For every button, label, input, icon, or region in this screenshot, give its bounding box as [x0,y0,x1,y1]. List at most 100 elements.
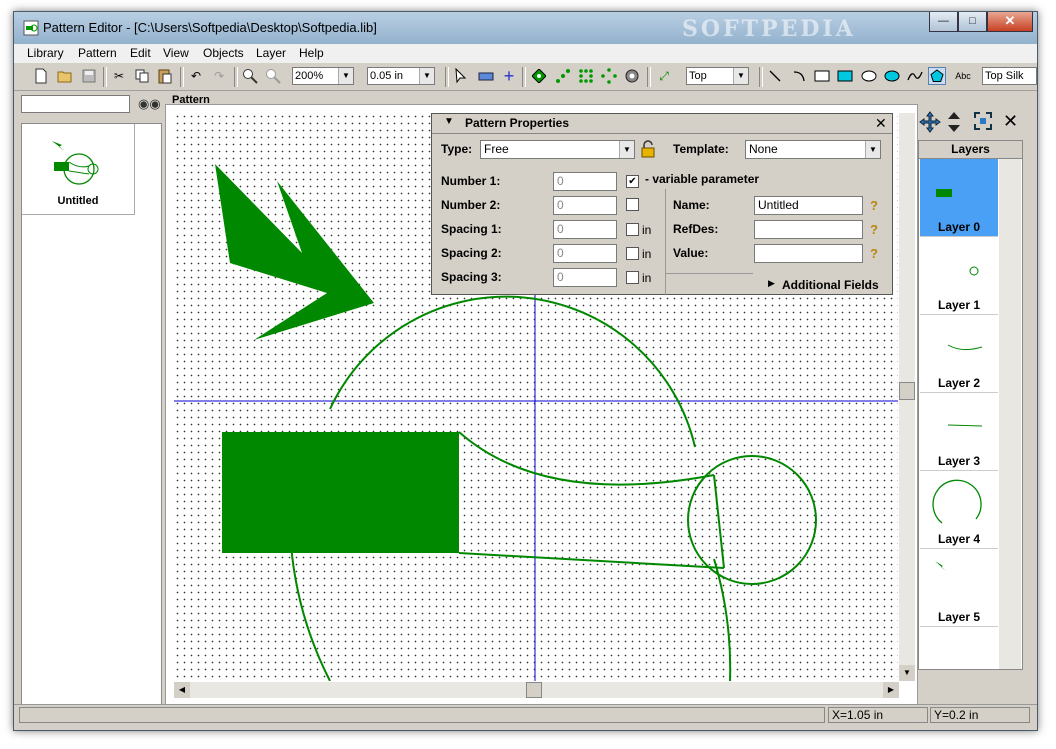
pad-icon[interactable] [530,67,548,85]
move-icon[interactable] [919,111,941,136]
line-tool-icon[interactable] [766,67,784,85]
circle-right[interactable] [687,455,817,585]
variable-parameter-checkbox[interactable]: ✔ [626,175,639,188]
copy-icon[interactable] [133,67,151,85]
vertical-scroll-thumb[interactable] [899,382,915,400]
name-input[interactable]: Untitled [754,196,863,215]
zoom-in-icon[interactable] [241,67,259,85]
move-up-down-icon[interactable] [947,111,961,136]
pad-diamond-icon[interactable] [600,67,618,85]
line-lower[interactable] [458,552,725,569]
spacing1-checkbox[interactable] [626,223,639,236]
layer-item-4[interactable]: Layer 4 [920,471,998,549]
menu-library[interactable]: Library [27,46,64,60]
spacing3-checkbox[interactable] [626,271,639,284]
spacing2-checkbox[interactable] [626,247,639,260]
number1-input[interactable]: 0 [553,172,617,191]
zoom-select[interactable]: 200% ▼ [292,67,354,85]
layer-item-3[interactable]: Layer 3 [920,393,998,471]
collapse-triangle-icon[interactable]: ▼ [444,116,454,127]
arc-bottom-left[interactable] [290,544,331,681]
menu-objects[interactable]: Objects [203,46,244,60]
close-properties-icon[interactable]: ✕ [875,115,887,132]
menu-pattern[interactable]: Pattern [78,46,117,60]
undo-icon[interactable]: ↶ [187,67,205,85]
binoculars-search-icon[interactable]: ◉◉ [138,96,161,112]
grid-size-select[interactable]: 0.05 in ▼ [367,67,435,85]
scroll-right-arrow-icon[interactable]: ▶ [883,682,899,698]
layer-1-preview [969,266,979,276]
status-y-coordinate: Y=0.2 in [930,707,1030,723]
scroll-left-arrow-icon[interactable]: ◀ [174,682,190,698]
select-pointer-icon[interactable] [452,67,470,85]
canvas-vertical-scrollbar[interactable]: ▼ [899,113,915,681]
hole-icon[interactable] [623,67,641,85]
delete-layer-icon[interactable]: ✕ [1003,111,1018,132]
horizontal-scroll-thumb[interactable] [526,682,542,698]
spacing2-input[interactable]: 0 [553,244,617,263]
curve-upper[interactable] [458,431,715,486]
rectangle-tool-icon[interactable] [813,67,831,85]
library-search-input[interactable] [21,95,130,113]
arc-tool-icon[interactable] [790,67,808,85]
crosshair-origin-icon[interactable]: + [500,66,518,86]
expand-triangle-icon[interactable]: ▶ [768,278,775,289]
filled-ellipse-tool-icon[interactable] [883,67,901,85]
value-input[interactable] [754,244,863,263]
arc-top[interactable] [329,295,696,448]
pad-array-icon[interactable] [577,67,595,85]
variable-parameter-label: - variable parameter [645,172,760,186]
spacing1-input[interactable]: 0 [553,220,617,239]
polyline-tool-icon[interactable] [906,67,924,85]
layer-item-2[interactable]: Layer 2 [920,315,998,393]
layer-5-label: Layer 5 [937,610,981,624]
spacing3-input[interactable]: 0 [553,268,617,287]
fit-layers-icon[interactable] [973,111,993,134]
arrow-polygon[interactable] [215,164,374,340]
layer-item-5[interactable]: Layer 5 [920,549,998,627]
new-file-icon[interactable] [32,67,50,85]
menu-help[interactable]: Help [299,46,324,60]
scroll-down-arrow-icon[interactable]: ▼ [899,665,915,681]
type-select[interactable]: Free ▼ [480,140,635,159]
maximize-button[interactable]: □ [958,12,987,32]
filled-rectangle-tool-icon[interactable] [836,67,854,85]
library-item-untitled[interactable]: Untitled [22,124,135,215]
name-help-icon[interactable]: ? [870,198,878,213]
menu-view[interactable]: View [163,46,189,60]
layer-item-1[interactable]: Layer 1 [920,237,998,315]
close-window-button[interactable]: ✕ [987,12,1033,32]
refdes-input[interactable] [754,220,863,239]
zoom-out-icon[interactable] [264,67,282,85]
line-connector[interactable] [713,474,725,569]
value-help-icon[interactable]: ? [870,246,878,261]
pad-line-icon[interactable] [554,67,572,85]
refdes-help-icon[interactable]: ? [870,222,878,237]
open-folder-icon[interactable] [56,67,74,85]
redo-icon[interactable]: ↷ [210,67,228,85]
filled-rectangle[interactable] [222,432,459,553]
paste-icon[interactable] [156,67,174,85]
number2-input[interactable]: 0 [553,196,617,215]
additional-fields-label[interactable]: Additional Fields [782,278,879,292]
name-label: Name: [673,198,710,212]
ellipse-tool-icon[interactable] [860,67,878,85]
title-bar[interactable]: Pattern Editor - [C:\Users\Softpedia\Des… [14,12,1037,44]
cut-icon[interactable]: ✂ [110,67,128,85]
layer-item-0[interactable]: Layer 0 [920,159,998,237]
save-icon[interactable] [80,67,98,85]
measure-ruler-icon[interactable] [477,67,495,85]
minimize-button[interactable]: — [929,12,958,32]
menu-edit[interactable]: Edit [130,46,151,60]
polygon-tool-icon[interactable] [928,67,946,85]
layers-scrollbar[interactable] [999,159,1021,669]
layer-select[interactable]: Top Silk [982,67,1037,85]
lock-icon[interactable] [641,140,655,161]
canvas-horizontal-scrollbar[interactable]: ◀ ▶ [174,682,899,698]
template-select[interactable]: None ▼ [745,140,881,159]
text-tool-icon[interactable]: Abc [951,67,975,85]
side-select[interactable]: Top ▼ [686,67,749,85]
flip-side-icon[interactable]: ⤢ [655,67,673,85]
menu-layer[interactable]: Layer [256,46,286,60]
number2-checkbox[interactable] [626,198,639,211]
